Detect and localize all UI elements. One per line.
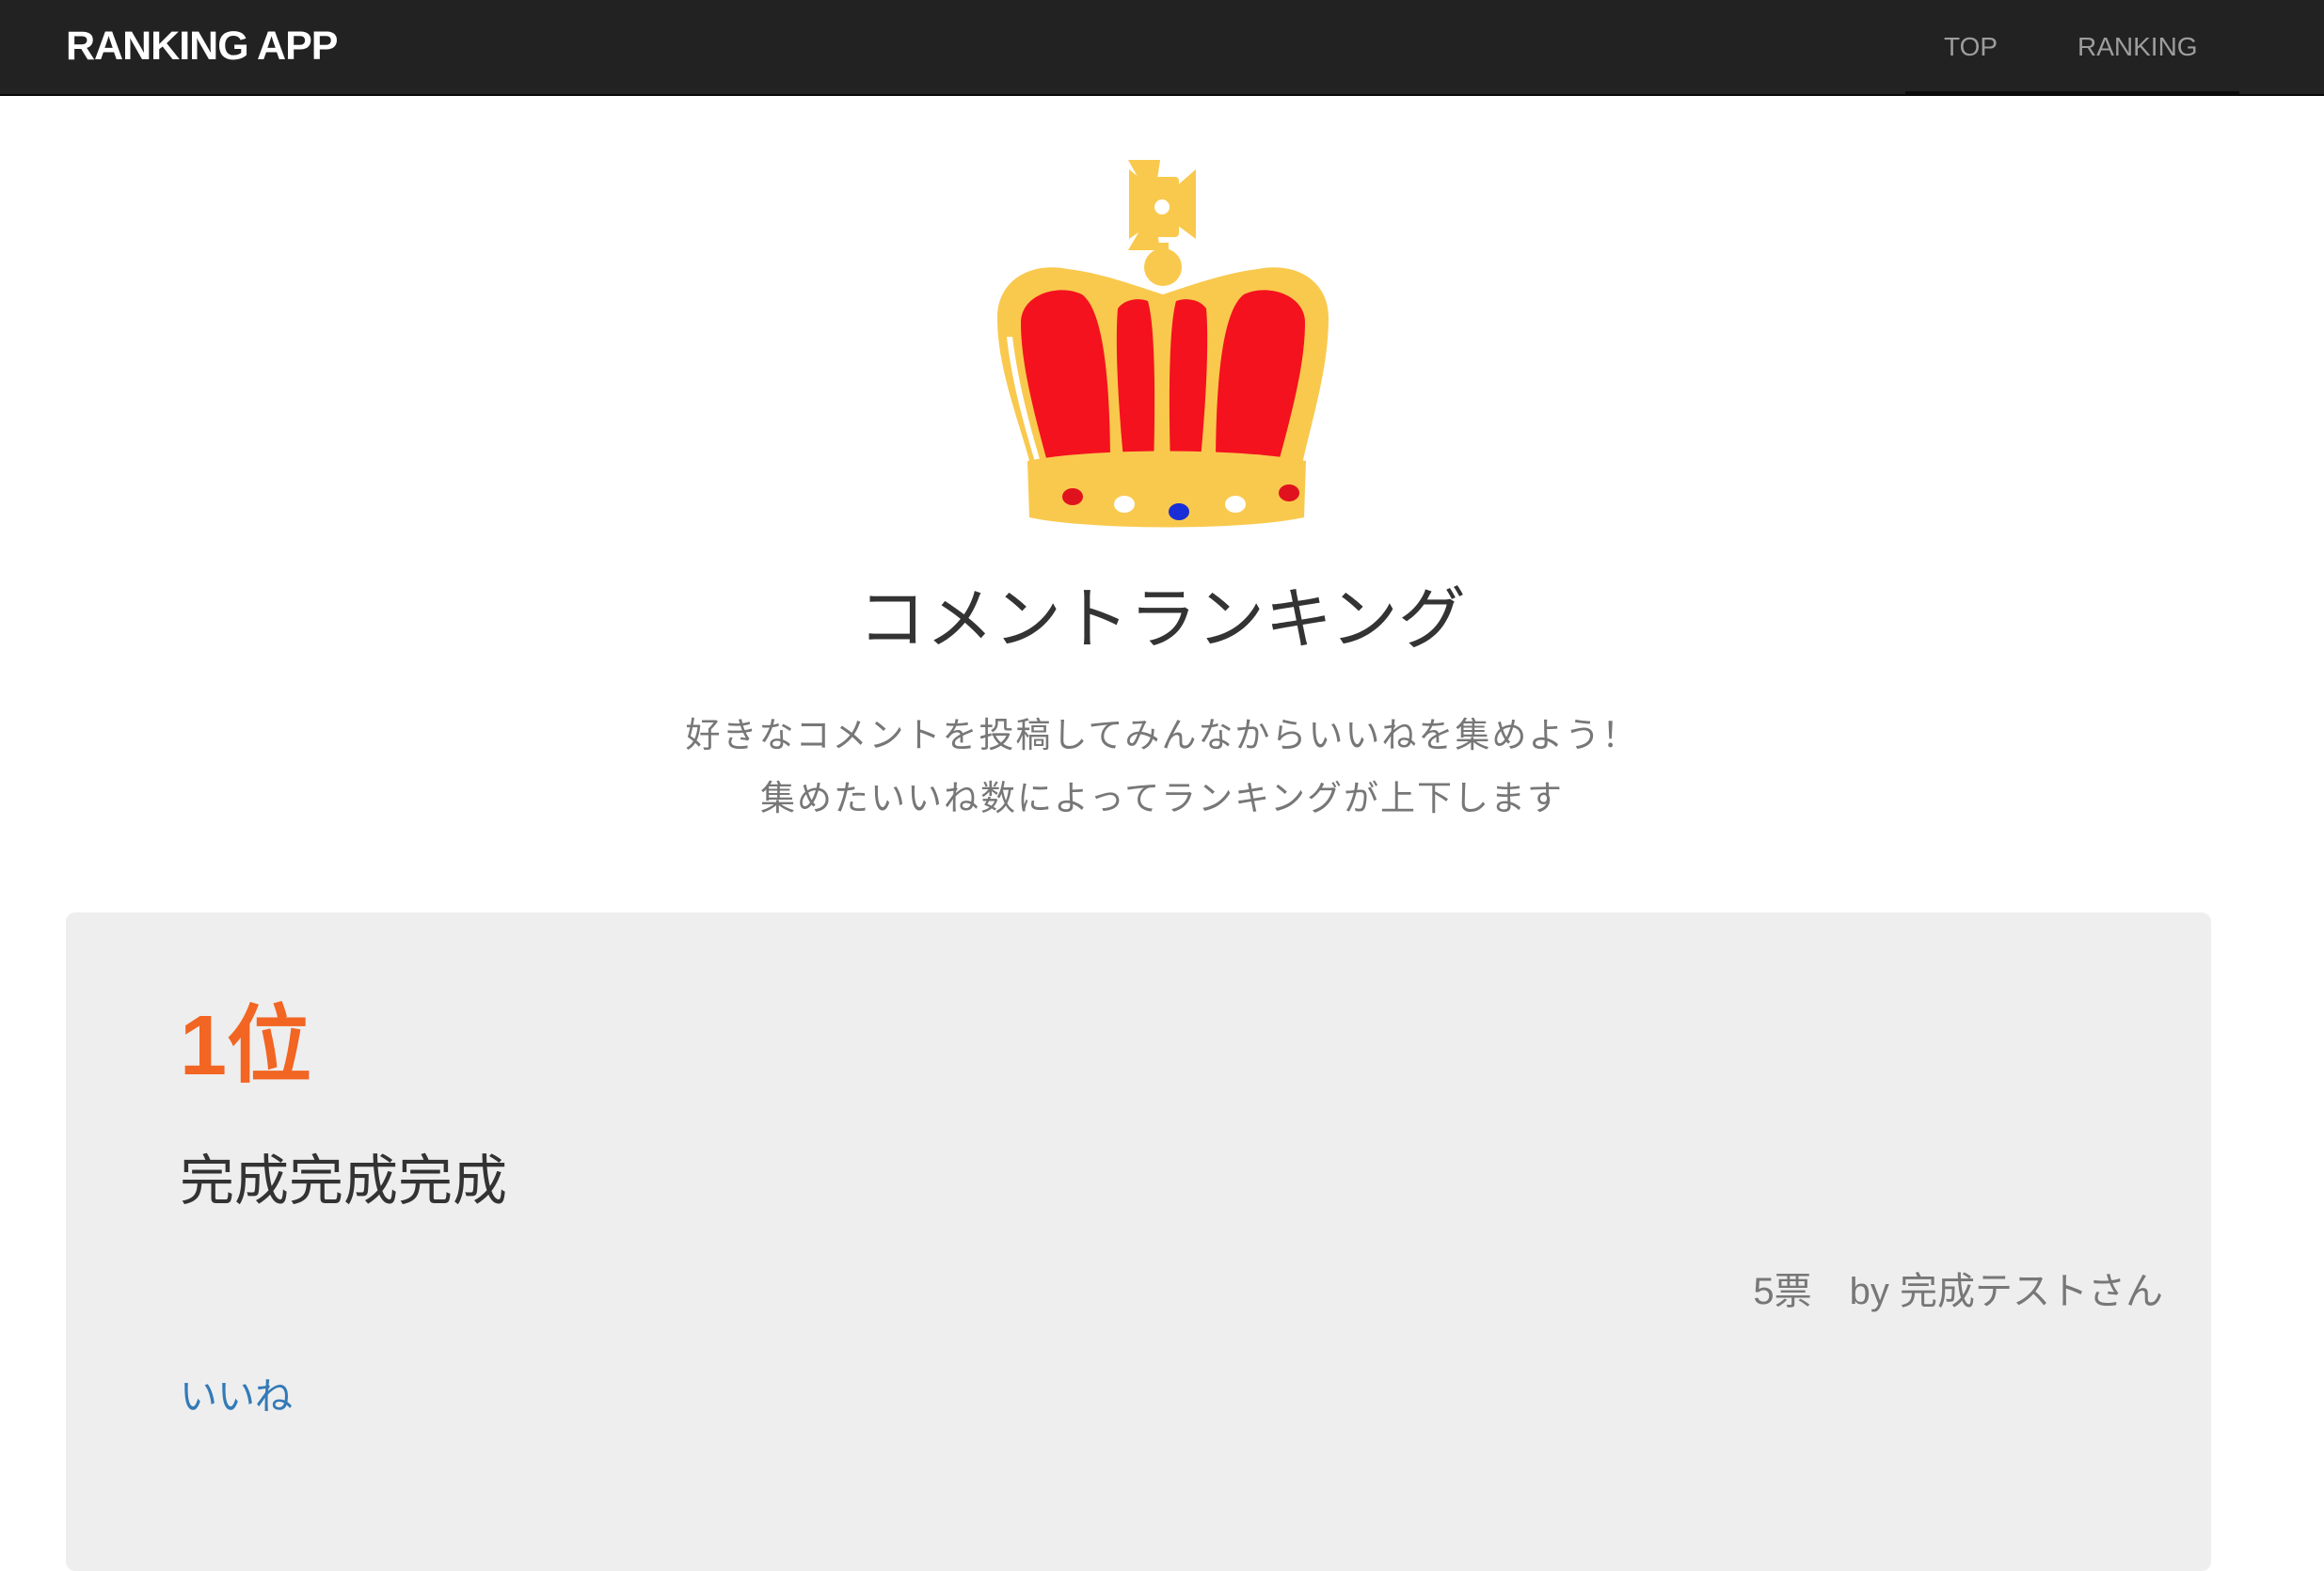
subtitle-line: 好きなコメントを投稿してみんなからいいねを集めよう！ [685,715,1639,755]
author-name: by 完成テストさん [1849,1271,2163,1312]
comment-meta: 5票 by 完成テストさん [1289,1268,2163,1315]
rank-label: 1位 [180,999,312,1093]
nav-link-ranking[interactable]: RANKING [2077,31,2198,63]
nav-link-top[interactable]: TOP [1944,31,1998,63]
navbar: RANKING APP TOP RANKING [0,0,2324,96]
subtitle-line: 集めたいいね数によってランキングが上下します [760,778,1564,818]
comment-text: 完成完成完成 [180,1149,508,1213]
like-link[interactable]: いいね [180,1373,293,1420]
page-title: コメントランキング [858,579,1466,659]
vote-count: 5票 [1753,1271,1812,1312]
brand-link[interactable]: RANKING APP [66,23,338,70]
crown-icon [979,158,1355,534]
nav-links: TOP RANKING [1905,0,2239,94]
ranking-card: 1位 完成完成完成 5票 by 完成テストさん いいね [66,912,2211,1571]
page-subtitle: 好きなコメントを投稿してみんなからいいねを集めよう！ 集めたいいね数によってラン… [0,704,2324,830]
